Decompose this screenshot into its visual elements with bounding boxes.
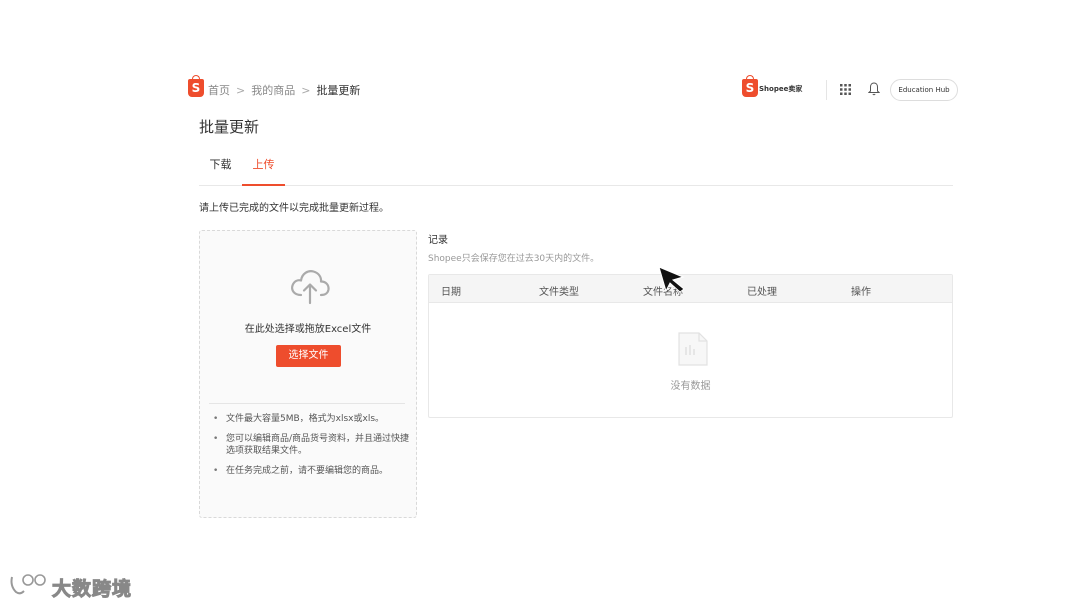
shopee-logo[interactable]: S: [188, 75, 204, 97]
page-root: S 首页 > 我的商品 > 批量更新 S Shopee卖家 Education Hub …: [0, 0, 1079, 607]
select-file-button[interactable]: 选择文件: [276, 345, 341, 367]
header-divider: [826, 80, 827, 100]
empty-document-icon: [678, 332, 708, 366]
panel-divider: [209, 403, 405, 404]
brand-text: Shopee卖家: [759, 85, 803, 93]
mouse-cursor-icon: [658, 266, 685, 293]
cloud-upload-icon: [291, 270, 330, 305]
table-header: 日期 文件类型 文件名称 已处理 操作: [429, 275, 952, 303]
upload-notes: 文件最大容量5MB，格式为xlsx或xls。 您可以编辑商品/商品货号资料，并且…: [210, 413, 410, 485]
tab-download[interactable]: 下载: [199, 150, 242, 186]
watermark-text: 大数跨境: [51, 578, 133, 601]
top-bar: S 首页 > 我的商品 > 批量更新 S Shopee卖家 Education Hub: [188, 75, 958, 102]
note-item: 在任务完成之前，请不要编辑您的商品。: [210, 465, 410, 477]
education-hub-button[interactable]: Education Hub: [890, 79, 958, 101]
records-table: 日期 文件类型 文件名称 已处理 操作 没有数据: [428, 274, 953, 418]
note-item: 您可以编辑商品/商品货号资料，并且通过快捷选项获取结果文件。: [210, 433, 410, 457]
breadcrumb-home[interactable]: 首页: [208, 84, 230, 97]
note-item: 文件最大容量5MB，格式为xlsx或xls。: [210, 413, 410, 425]
records-title: 记录: [428, 235, 448, 246]
records-subtitle: Shopee只会保存您在过去30天内的文件。: [428, 254, 600, 264]
watermark: 大数跨境: [8, 572, 132, 601]
breadcrumb-separator: >: [236, 84, 246, 97]
breadcrumb-my-products[interactable]: 我的商品: [251, 84, 295, 97]
tab-upload[interactable]: 上传: [242, 150, 285, 186]
column-date: 日期: [441, 287, 461, 298]
grid-icon[interactable]: [840, 84, 851, 95]
column-file-type: 文件类型: [539, 287, 579, 298]
breadcrumb-separator: >: [301, 84, 311, 97]
column-actions: 操作: [851, 287, 871, 298]
bell-icon[interactable]: [868, 82, 880, 96]
watermark-logo-icon: [10, 574, 46, 595]
page-title: 批量更新: [199, 118, 260, 136]
shopee-seller-logo: S: [742, 75, 758, 97]
tab-bar: 下载 上传: [199, 150, 953, 186]
empty-state-text: 没有数据: [670, 381, 711, 392]
column-processed: 已处理: [747, 287, 777, 298]
upload-dropzone[interactable]: 在此处选择或拖放Excel文件 选择文件 文件最大容量5MB，格式为xlsx或x…: [199, 230, 417, 518]
breadcrumb: 首页 > 我的商品 > 批量更新: [208, 82, 360, 98]
breadcrumb-current: 批量更新: [316, 84, 361, 97]
drop-instruction: 在此处选择或拖放Excel文件: [244, 324, 372, 335]
intro-text: 请上传已完成的文件以完成批量更新过程。: [199, 203, 389, 214]
